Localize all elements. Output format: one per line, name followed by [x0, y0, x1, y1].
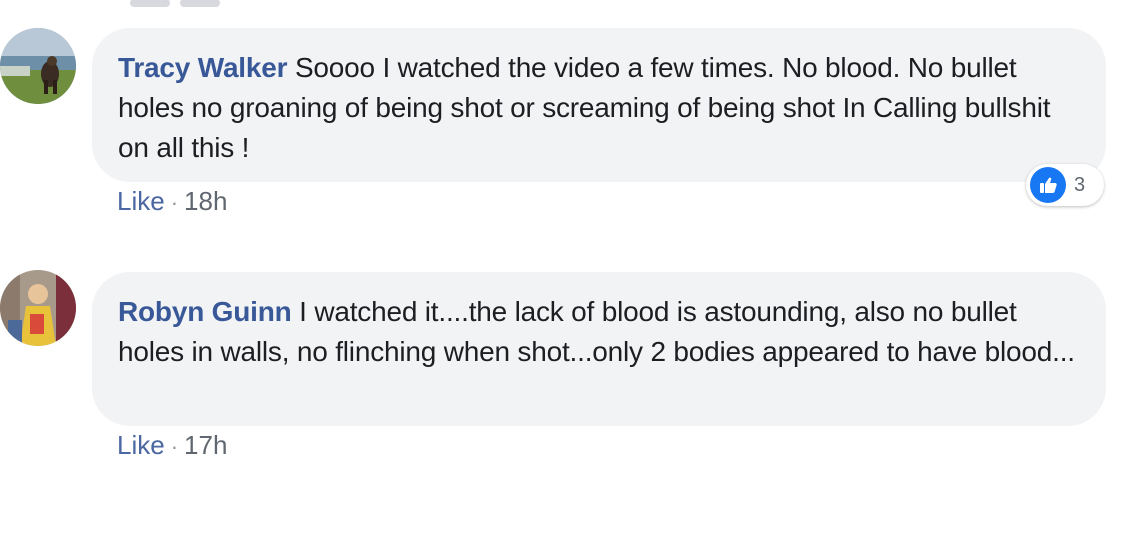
comment-bubble: Robyn Guinn I watched it....the lack of … [92, 272, 1106, 426]
comment-timestamp[interactable]: 17h [184, 430, 227, 460]
separator-dot: · [170, 434, 179, 459]
like-link[interactable]: Like [117, 430, 165, 460]
comment: Robyn Guinn I watched it....the lack of … [0, 0, 1125, 480]
avatar[interactable] [0, 270, 76, 346]
comment-actions: Like · 17h [117, 430, 227, 461]
comment-author[interactable]: Robyn Guinn [118, 296, 292, 327]
